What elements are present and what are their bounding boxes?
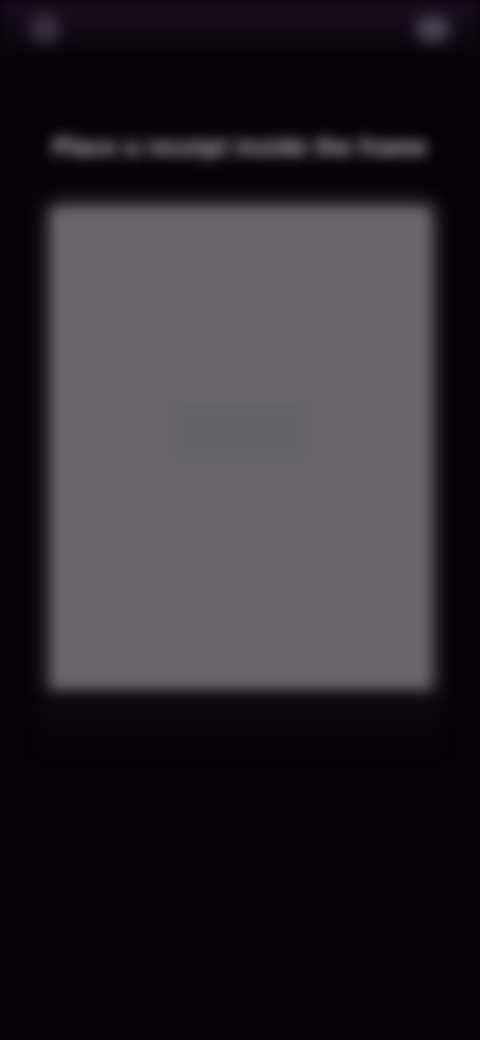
- status-bar: [0, 0, 480, 58]
- camera-viewfinder[interactable]: [50, 206, 432, 696]
- status-right: [404, 16, 450, 42]
- blurred-screen: Place a receipt inside the frame: [0, 0, 480, 1040]
- scan-prompt: Place a receipt inside the frame: [52, 134, 428, 161]
- camera-icon: [30, 14, 60, 44]
- battery-icon: [416, 16, 450, 42]
- focus-hint: [175, 406, 305, 456]
- frame-shadow: [40, 690, 440, 750]
- status-left: [30, 14, 74, 44]
